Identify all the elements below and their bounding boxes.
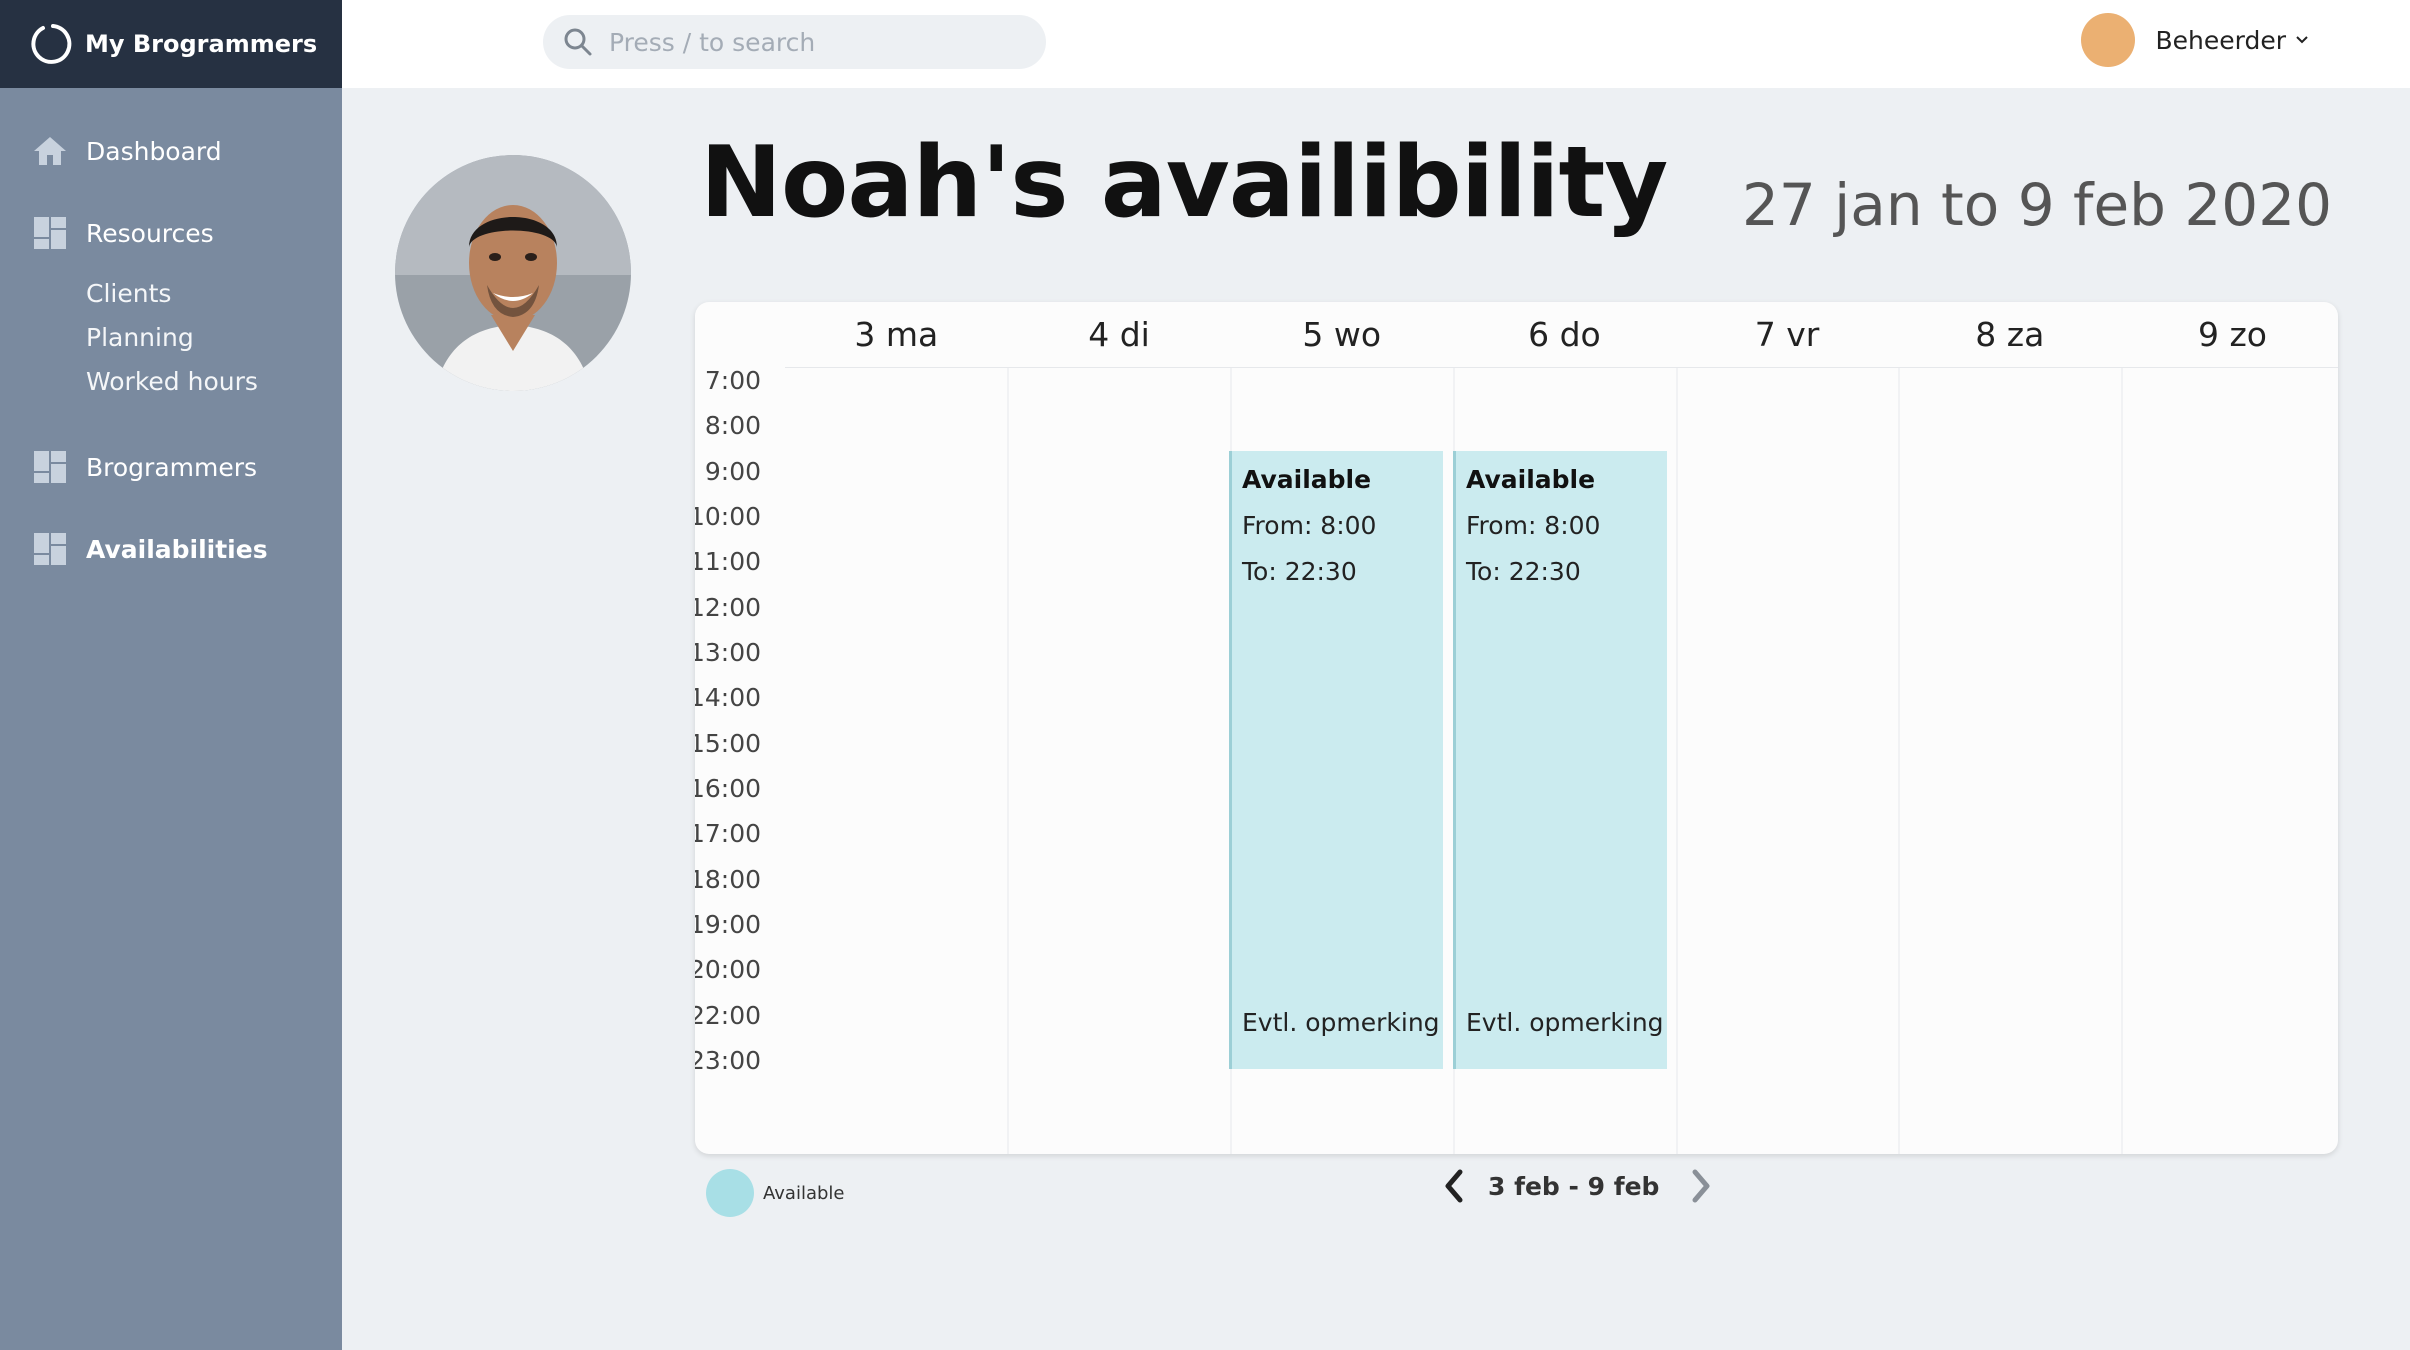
date-range: 27 jan to 9 feb 2020 [1741, 171, 2332, 239]
sidebar-subitem-planning[interactable]: Planning [0, 316, 342, 360]
sidebar-subitem-worked-hours[interactable]: Worked hours [0, 360, 342, 404]
event-to: To: 22:30 [1466, 557, 1581, 586]
day-header: 3 ma [854, 315, 939, 354]
chevron-right-icon[interactable] [1687, 1166, 1715, 1206]
sidebar-nav: Dashboard Resources Clients Planning Wor… [0, 88, 342, 570]
day-header: 7 vr [1754, 315, 1820, 354]
time-label: 9:00 [704, 457, 761, 486]
time-label: 13:00 [695, 638, 761, 667]
search-icon [564, 28, 592, 56]
pager-label: 3 feb - 9 feb [1488, 1171, 1660, 1201]
time-label: 15:00 [695, 729, 761, 758]
sidebar: My Brogrammers Dashboard Resources Clien… [0, 0, 342, 1350]
person-photo-icon [395, 155, 631, 391]
time-label: 22:00 [695, 1001, 761, 1030]
sidebar-item-resources[interactable]: Resources [0, 212, 342, 254]
sidebar-item-label: Availabilities [86, 534, 268, 564]
time-label: 12:00 [695, 593, 761, 622]
column-divider [1007, 368, 1009, 1154]
availability-calendar: 3 ma 4 di 5 wo 6 do 7 vr 8 za 9 zo 7:00 … [695, 302, 2338, 1154]
grid-icon [34, 451, 66, 483]
availability-event[interactable]: Available From: 8:00 To: 22:30 Evtl. opm… [1453, 451, 1667, 1069]
time-label: 17:00 [695, 819, 761, 848]
day-header: 9 zo [2197, 315, 2267, 354]
event-title: Available [1466, 465, 1596, 494]
time-label: 18:00 [695, 865, 761, 894]
sidebar-item-label: Brogrammers [86, 452, 258, 482]
column-divider [2121, 368, 2123, 1154]
availability-event[interactable]: Available From: 8:00 To: 22:30 Evtl. opm… [1229, 451, 1443, 1069]
time-label: 20:00 [695, 955, 761, 984]
sidebar-subitem-clients[interactable]: Clients [0, 272, 342, 316]
week-pager: 3 feb - 9 feb [1440, 1166, 1715, 1206]
day-header: 5 wo [1302, 315, 1382, 354]
day-header: 6 do [1528, 315, 1601, 354]
logo-icon [31, 24, 72, 64]
sidebar-item-label: Resources [86, 218, 214, 248]
topbar: Beheerder [342, 0, 2410, 88]
sidebar-item-brogrammers[interactable]: Brogrammers [0, 446, 342, 488]
time-label: 8:00 [704, 411, 761, 440]
time-label: 10:00 [695, 502, 761, 531]
search-bar[interactable] [543, 15, 1046, 69]
brand[interactable]: My Brogrammers [0, 0, 342, 88]
user-name: Beheerder [2155, 25, 2286, 55]
sidebar-item-availabilities[interactable]: Availabilities [0, 528, 342, 570]
time-label: 16:00 [695, 774, 761, 803]
grid-icon [34, 217, 66, 249]
legend-label: Available [763, 1182, 845, 1204]
column-divider [1898, 368, 1900, 1154]
event-from: From: 8:00 [1466, 511, 1601, 540]
day-headers: 3 ma 4 di 5 wo 6 do 7 vr 8 za 9 zo [785, 302, 2338, 368]
brand-name: My Brogrammers [85, 30, 318, 58]
event-title: Available [1242, 465, 1372, 494]
avatar [2081, 13, 2136, 67]
day-header: 4 di [1088, 315, 1150, 354]
day-header: 8 za [1975, 315, 2045, 354]
event-note: Evtl. opmerking [1242, 1008, 1440, 1037]
grid-icon [34, 533, 66, 565]
search-input[interactable] [609, 27, 1029, 57]
sidebar-item-label: Dashboard [86, 136, 222, 166]
time-label: 23:00 [695, 1046, 761, 1075]
event-note: Evtl. opmerking [1466, 1008, 1664, 1037]
time-label: 14:00 [695, 683, 761, 712]
time-label: 19:00 [695, 910, 761, 939]
sidebar-item-dashboard[interactable]: Dashboard [0, 130, 342, 172]
profile-photo [395, 155, 631, 391]
user-menu[interactable]: Beheerder [2081, 13, 2310, 67]
time-label: 7:00 [704, 366, 761, 395]
event-from: From: 8:00 [1242, 511, 1377, 540]
column-divider [1676, 368, 1678, 1154]
home-icon [34, 137, 66, 165]
event-to: To: 22:30 [1242, 557, 1357, 586]
chevron-down-icon [2296, 36, 2308, 44]
legend: Available [706, 1169, 844, 1217]
page-title: Noah's availibility [700, 126, 1668, 240]
time-label: 11:00 [695, 547, 761, 576]
legend-swatch [706, 1169, 754, 1217]
chevron-left-icon[interactable] [1440, 1166, 1468, 1206]
resources-subnav: Clients Planning Worked hours [0, 272, 342, 404]
